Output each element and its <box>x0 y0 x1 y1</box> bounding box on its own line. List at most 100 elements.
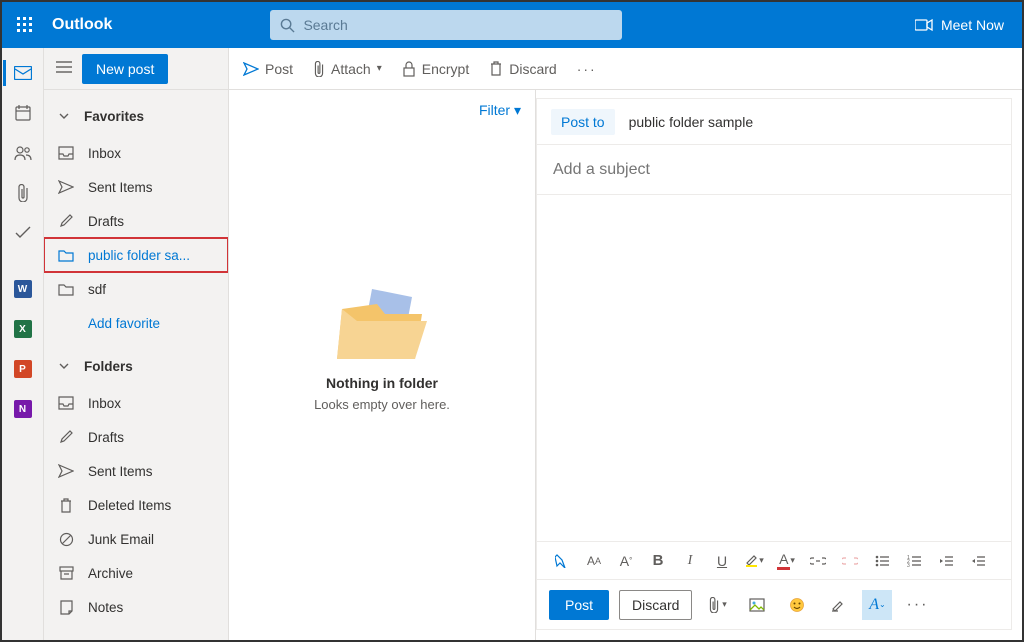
folders-header[interactable]: Folders <box>44 346 228 386</box>
show-formatting-button[interactable]: A⌄ <box>862 590 892 620</box>
meet-now-button[interactable]: Meet Now <box>915 17 1004 33</box>
send-icon <box>243 62 259 76</box>
chevron-down-icon <box>58 360 70 372</box>
cmd-encrypt[interactable]: Encrypt <box>392 48 479 90</box>
folder-label: Sent Items <box>88 464 153 479</box>
lock-icon <box>402 61 416 77</box>
fav-sent[interactable]: Sent Items <box>44 170 228 204</box>
chevron-down-icon: ▾ <box>514 102 521 118</box>
folder-icon <box>58 281 74 297</box>
send-icon <box>58 179 74 195</box>
rail-calendar-icon[interactable] <box>3 94 43 132</box>
underline-button[interactable]: U <box>707 546 737 576</box>
folder-notes[interactable]: Notes <box>44 590 228 624</box>
video-icon <box>915 18 933 32</box>
folder-drafts[interactable]: Drafts <box>44 420 228 454</box>
rail-todo-icon[interactable] <box>3 214 43 252</box>
folder-inbox[interactable]: Inbox <box>44 386 228 420</box>
fav-inbox[interactable]: Inbox <box>44 136 228 170</box>
add-favorite-button[interactable]: Add favorite <box>44 306 228 340</box>
indent-button[interactable] <box>963 546 993 576</box>
rail-word-icon[interactable]: W <box>3 270 43 308</box>
hamburger-icon[interactable] <box>56 61 72 76</box>
folder-label: Notes <box>88 600 123 615</box>
rail-people-icon[interactable] <box>3 134 43 172</box>
chevron-down-icon <box>58 110 70 122</box>
chevron-down-icon: ▾ <box>377 63 382 74</box>
folder-label: Drafts <box>88 430 124 445</box>
folder-label: sdf <box>88 282 106 297</box>
search-placeholder: Search <box>303 17 347 33</box>
empty-subtitle: Looks empty over here. <box>314 397 450 412</box>
folder-junk[interactable]: Junk Email <box>44 522 228 556</box>
empty-folder-icon <box>327 279 437 369</box>
folder-label: Deleted Items <box>88 498 171 513</box>
folder-deleted[interactable]: Deleted Items <box>44 488 228 522</box>
attach-icon <box>313 61 325 77</box>
cmd-attach[interactable]: Attach ▾ <box>303 48 392 90</box>
cmd-label: Post <box>265 61 293 77</box>
add-favorite-label: Add favorite <box>88 316 160 331</box>
folder-label: Archive <box>88 566 133 581</box>
discard-button[interactable]: Discard <box>619 590 692 620</box>
cmd-post[interactable]: Post <box>233 48 303 90</box>
app-launcher-icon[interactable] <box>2 2 48 48</box>
compose-body[interactable] <box>537 195 1011 541</box>
fav-drafts[interactable]: Drafts <box>44 204 228 238</box>
cmd-discard[interactable]: Discard <box>479 48 566 90</box>
trash-icon <box>489 61 503 76</box>
new-post-button[interactable]: New post <box>82 54 168 84</box>
folder-archive[interactable]: Archive <box>44 556 228 590</box>
favorites-header[interactable]: Favorites <box>44 96 228 136</box>
link-button[interactable] <box>803 546 833 576</box>
rail-excel-icon[interactable]: X <box>3 310 43 348</box>
folder-icon <box>58 247 74 263</box>
cmd-label: Attach <box>331 61 371 77</box>
attach-button[interactable]: ▾ <box>702 590 732 620</box>
font-size-icon[interactable]: A° <box>611 546 641 576</box>
italic-button[interactable]: I <box>675 546 705 576</box>
inbox-icon <box>58 395 74 411</box>
folder-sent[interactable]: Sent Items <box>44 454 228 488</box>
folder-label: Inbox <box>88 396 121 411</box>
bulleted-list-button[interactable] <box>867 546 897 576</box>
highlight-button[interactable]: ▾ <box>739 546 769 576</box>
fav-sdf[interactable]: sdf <box>44 272 228 306</box>
pencil-icon <box>58 429 74 445</box>
numbered-list-button[interactable]: 123 <box>899 546 929 576</box>
search-input[interactable]: Search <box>270 10 622 40</box>
insert-image-button[interactable] <box>742 590 772 620</box>
font-color-button[interactable]: A▾ <box>771 546 801 576</box>
rail-files-icon[interactable] <box>3 174 43 212</box>
empty-title: Nothing in folder <box>326 375 438 391</box>
svg-text:3: 3 <box>907 563 910 567</box>
more-actions-button[interactable]: ··· <box>902 590 932 620</box>
rail-mail-icon[interactable] <box>3 54 43 92</box>
post-to-button[interactable]: Post to <box>551 109 615 135</box>
signature-button[interactable] <box>822 590 852 620</box>
bold-button[interactable]: B <box>643 546 673 576</box>
rail-onenote-icon[interactable]: N <box>3 390 43 428</box>
message-list: Filter ▾ Nothing in folder Looks empty o… <box>229 90 536 640</box>
outdent-button[interactable] <box>931 546 961 576</box>
fav-public-folder[interactable]: public folder sa... <box>44 238 228 272</box>
filter-button[interactable]: Filter ▾ <box>479 102 521 119</box>
favorites-label: Favorites <box>84 109 144 124</box>
search-icon <box>280 18 295 33</box>
unlink-button[interactable] <box>835 546 865 576</box>
note-icon <box>58 599 74 615</box>
rail-powerpoint-icon[interactable]: P <box>3 350 43 388</box>
format-painter-icon[interactable] <box>547 546 577 576</box>
meet-now-label: Meet Now <box>941 17 1004 33</box>
font-icon[interactable]: AA <box>579 546 609 576</box>
subject-input[interactable] <box>553 161 995 179</box>
folders-label: Folders <box>84 359 133 374</box>
app-title[interactable]: Outlook <box>52 16 112 34</box>
format-toolbar: AA A° B I U ▾ A▾ 123 <box>537 541 1011 579</box>
emoji-button[interactable] <box>782 590 812 620</box>
cmd-more[interactable]: ··· <box>567 48 607 90</box>
archive-icon <box>58 565 74 581</box>
post-button[interactable]: Post <box>549 590 609 620</box>
post-to-value: public folder sample <box>629 114 754 130</box>
trash-icon <box>58 497 74 513</box>
